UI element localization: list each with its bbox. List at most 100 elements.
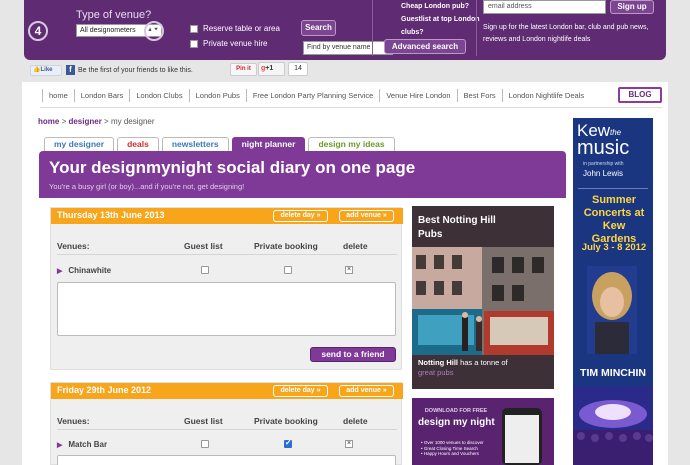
reserve-table-option[interactable]: Reserve table or area xyxy=(190,24,280,33)
step-5-icon: 5 xyxy=(144,21,164,41)
tab-design-my-ideas[interactable]: design my ideas xyxy=(308,137,395,151)
email-input[interactable]: email address xyxy=(483,0,606,14)
expand-triangle-icon: ▶ xyxy=(57,442,63,449)
private-booking-checkbox[interactable] xyxy=(284,266,292,274)
promo-title: Best Notting Hill Pubs xyxy=(418,214,496,242)
kew-music-ad[interactable]: Kew the music in partnership with John L… xyxy=(573,118,653,465)
main-nav: home London Bars London Clubs London Pub… xyxy=(42,89,590,102)
day-date: Friday 29th June 2012 xyxy=(57,385,152,395)
add-venue-button[interactable]: add venue » xyxy=(339,210,394,222)
breadcrumb-home[interactable]: home xyxy=(38,117,59,126)
facebook-like-button[interactable]: 👍Like xyxy=(30,65,62,76)
venue-row[interactable]: ▶ Chinawhite xyxy=(57,266,111,275)
add-venue-button[interactable]: add venue » xyxy=(339,385,394,397)
day-panel: Thursday 13th June 2013 delete day » add… xyxy=(50,207,403,370)
nav-item-venue-hire[interactable]: Venue Hire London xyxy=(379,89,456,102)
main-container: home London Bars London Clubs London Pub… xyxy=(22,82,668,465)
divider xyxy=(578,188,648,189)
promo-text: has a tonne of xyxy=(458,358,508,367)
search-button[interactable]: Search xyxy=(301,20,336,36)
breadcrumb-separator: > xyxy=(101,117,111,126)
sponsor-name: John Lewis xyxy=(583,169,624,178)
row-divider xyxy=(57,429,397,430)
nav-item-best-fors[interactable]: Best Fors xyxy=(456,89,502,102)
reserve-table-checkbox[interactable] xyxy=(190,24,198,33)
tab-my-designer[interactable]: my designer xyxy=(44,137,115,151)
tab-night-planner[interactable]: night planner xyxy=(231,137,306,151)
delete-day-button[interactable]: delete day » xyxy=(273,385,328,397)
notting-hill-promo[interactable]: Best Notting Hill Pubs Notting Hill has … xyxy=(412,206,554,389)
notes-textarea[interactable] xyxy=(57,455,396,465)
breadcrumb-current: my designer xyxy=(110,117,155,126)
blog-button[interactable]: BLOG xyxy=(618,87,662,103)
app-feature: • Great Closing Time Search xyxy=(421,445,478,451)
day-header: Friday 29th June 2012 delete day » add v… xyxy=(51,383,403,399)
guestlist-link-cont[interactable]: clubs? xyxy=(401,26,424,39)
chevron-right-icon: » xyxy=(316,212,321,219)
nav-item-deals[interactable]: London Nightlife Deals xyxy=(501,89,590,102)
nav-item-pubs[interactable]: London Pubs xyxy=(188,89,246,102)
cheap-pub-link[interactable]: Cheap London pub? xyxy=(401,0,469,13)
google-plus-count: 14 xyxy=(288,62,308,76)
guest-list-checkbox[interactable] xyxy=(201,266,209,274)
google-plus-button[interactable]: g+1 xyxy=(258,62,285,76)
row-divider xyxy=(57,254,397,255)
breadcrumb-designer[interactable]: designer xyxy=(68,117,101,126)
nav-item-clubs[interactable]: London Clubs xyxy=(129,89,188,102)
concert-dates: July 3 - 8 2012 xyxy=(581,242,647,253)
delete-venue-icon[interactable]: × xyxy=(345,266,353,274)
add-venue-label: add venue xyxy=(346,387,381,394)
day-date: Thursday 13th June 2013 xyxy=(57,210,165,220)
artist-name: TIM MINCHIN xyxy=(580,367,646,379)
guest-list-checkbox[interactable] xyxy=(201,440,209,448)
facebook-like-text: Be the first of your friends to like thi… xyxy=(78,67,193,74)
add-venue-label: add venue xyxy=(346,212,381,219)
col-venues: Venues: xyxy=(57,416,90,426)
facebook-icon: f xyxy=(66,65,75,75)
nav-item-home[interactable]: home xyxy=(42,89,74,102)
venue-row[interactable]: ▶ Match Bar xyxy=(57,440,107,449)
concert-title: Summer Concerts at Kew Gardens xyxy=(583,194,645,245)
divider xyxy=(372,0,373,56)
plus-one-label: +1 xyxy=(265,65,274,72)
promo-link[interactable]: great pubs xyxy=(418,368,453,377)
promo-title-line: Pubs xyxy=(418,229,443,240)
advanced-search-button[interactable]: Advanced search xyxy=(384,39,466,54)
day-panel: Friday 29th June 2012 delete day » add v… xyxy=(50,382,403,465)
notes-textarea[interactable] xyxy=(57,282,396,336)
day-header: Thursday 13th June 2013 delete day » add… xyxy=(51,208,403,224)
col-private-booking: Private booking xyxy=(254,416,318,426)
delete-venue-icon[interactable]: × xyxy=(345,440,353,448)
col-private-booking: Private booking xyxy=(254,241,318,251)
signup-button[interactable]: Sign up xyxy=(610,0,654,14)
delete-day-label: delete day xyxy=(280,212,315,219)
venue-name-input[interactable]: Find by venue name xyxy=(303,41,393,55)
like-label: Like xyxy=(40,67,53,73)
pinterest-button[interactable]: Pin it xyxy=(230,63,257,76)
kew-logo-music: music xyxy=(577,137,630,159)
private-hire-checkbox[interactable] xyxy=(190,39,198,48)
nav-divider xyxy=(40,107,662,108)
delete-day-button[interactable]: delete day » xyxy=(273,210,328,222)
page-title: Your designmynight social diary on one p… xyxy=(49,158,416,177)
artist-portrait xyxy=(587,266,637,354)
col-venues: Venues: xyxy=(57,241,90,251)
step-4-icon: 4 xyxy=(28,21,48,41)
signup-description: Sign up for the latest London bar, club … xyxy=(483,24,649,43)
send-to-friend-button[interactable]: send to a friend xyxy=(310,347,396,362)
app-download-ad[interactable]: DOWNLOAD FOR FREE design my night • Over… xyxy=(412,398,554,465)
private-hire-option[interactable]: Private venue hire xyxy=(190,39,267,48)
venue-type-label: Type of venue? xyxy=(76,9,152,21)
app-feature: • Over 1000 venues to discover xyxy=(421,440,484,445)
expand-triangle-icon: ▶ xyxy=(57,268,63,275)
tab-newsletters[interactable]: newsletters xyxy=(161,137,229,151)
partnership-label: in partnership with xyxy=(583,161,624,167)
nav-item-party-planning[interactable]: Free London Party Planning Service xyxy=(245,89,380,102)
tab-deals[interactable]: deals xyxy=(117,137,159,151)
private-booking-checkbox[interactable] xyxy=(284,438,292,448)
col-delete: delete xyxy=(343,416,368,426)
download-label: DOWNLOAD FOR FREE xyxy=(424,408,488,414)
venue-type-value: All designometers xyxy=(80,27,136,34)
nav-item-bars[interactable]: London Bars xyxy=(73,89,130,102)
guestlist-link[interactable]: Guestlist at top London xyxy=(401,13,480,26)
